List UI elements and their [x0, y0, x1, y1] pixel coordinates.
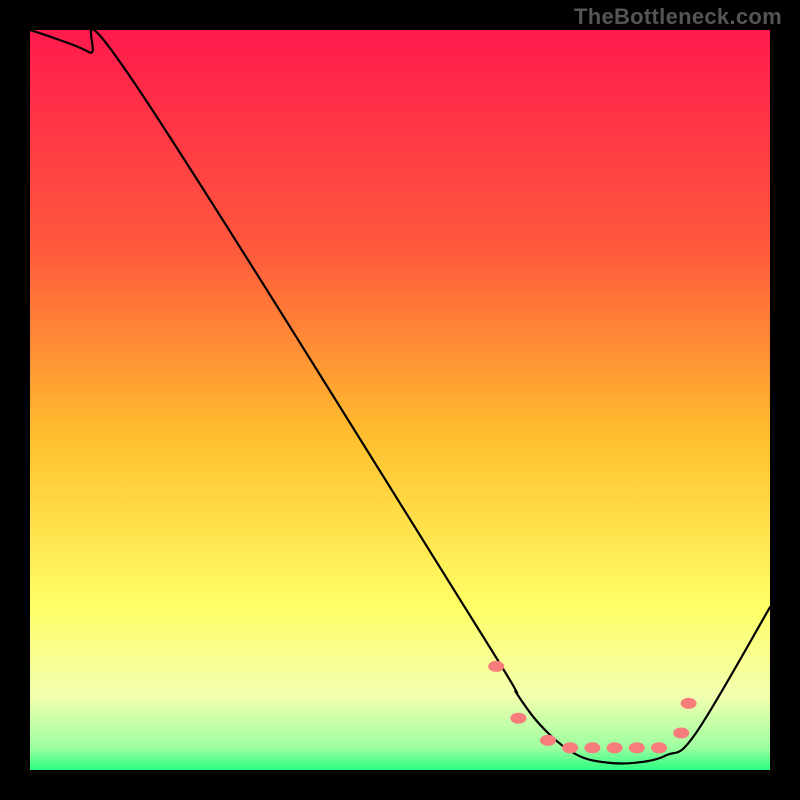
highlight-dot — [488, 661, 504, 672]
highlight-dot — [651, 742, 667, 753]
highlight-dot — [540, 735, 556, 746]
watermark-text: TheBottleneck.com — [574, 4, 782, 30]
chart-frame: TheBottleneck.com — [0, 0, 800, 800]
plot-area — [30, 30, 770, 770]
highlight-dot — [510, 713, 526, 724]
highlight-dot — [607, 742, 623, 753]
chart-svg — [30, 30, 770, 770]
highlight-dot — [673, 728, 689, 739]
highlight-dot — [629, 742, 645, 753]
highlight-dot — [681, 698, 697, 709]
highlight-dot — [562, 742, 578, 753]
gradient-background — [30, 30, 770, 770]
highlight-dot — [584, 742, 600, 753]
